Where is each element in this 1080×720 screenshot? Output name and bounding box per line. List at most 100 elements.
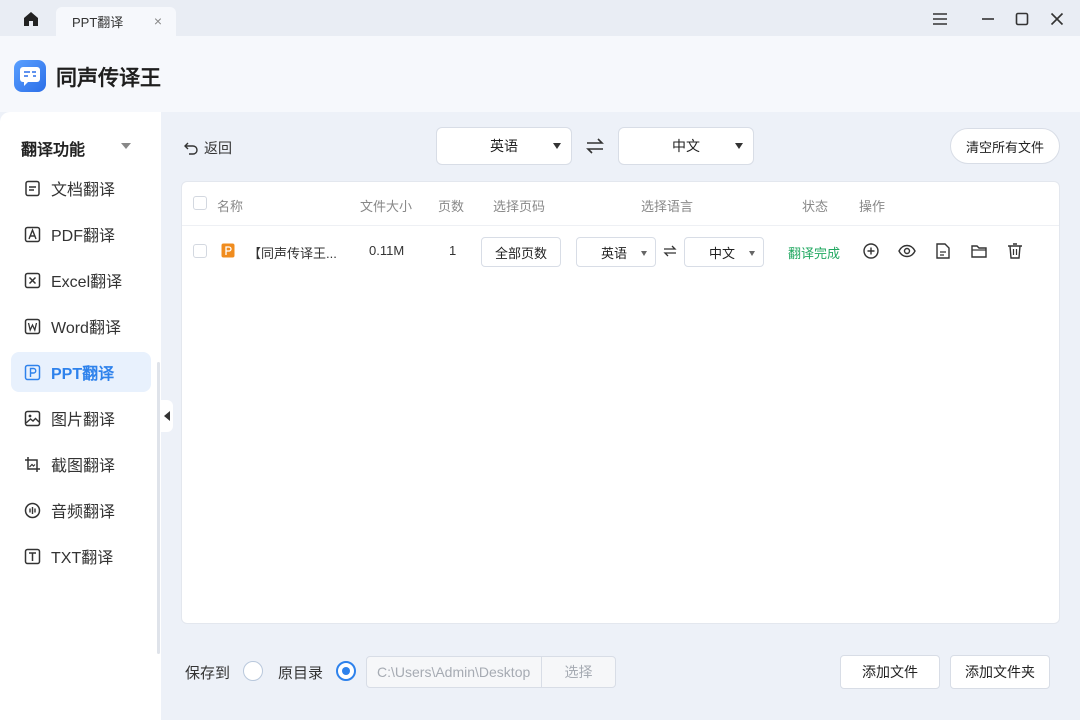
image-icon [24,410,41,427]
sidebar-item-document[interactable]: 文档翻译 [11,168,151,208]
minimize-button[interactable] [976,8,1000,30]
swap-language-button[interactable] [585,136,605,156]
add-circle-icon[interactable] [862,242,880,260]
source-language-value: 英语 [490,138,518,154]
row-swap-icon[interactable] [663,244,677,261]
row-target-language-select[interactable]: 中文 [684,237,764,267]
page-range-button[interactable]: 全部页数 [481,237,561,267]
document-icon [24,180,41,197]
header-status: 状态 [802,199,829,214]
target-language-select[interactable]: 中文 [618,127,754,165]
sidebar-item-screenshot[interactable]: 截图翻译 [11,444,151,484]
document-view-icon[interactable] [934,242,952,260]
app-logo [14,60,46,92]
sidebar-item-ppt[interactable]: PPT翻译 [11,352,151,392]
home-button[interactable] [18,8,44,30]
sidebar-item-txt[interactable]: TXT翻译 [11,536,151,576]
clear-all-files-button[interactable]: 清空所有文件 [950,128,1060,164]
file-size: 0.11M [369,243,405,258]
file-list-panel: 名称 文件大小 页数 选择页码 选择语言 状态 操作 【同声传译王... 0.1… [181,181,1060,624]
trash-icon[interactable] [1006,242,1024,260]
row-checkbox[interactable] [193,244,207,258]
word-icon [24,318,41,335]
chevron-down-icon [553,143,561,149]
close-button[interactable] [1045,8,1069,30]
sidebar-collapse-caret[interactable] [121,143,131,149]
source-language-select[interactable]: 英语 [436,127,572,165]
screenshot-icon [24,456,41,473]
sidebar: 翻译功能 文档翻译 PDF翻译 Excel翻译 Word翻译 PPT翻译 图片翻… [0,112,161,720]
back-button[interactable]: 返回 [183,138,232,158]
row-source-language-value: 英语 [601,245,628,261]
select-all-checkbox[interactable] [193,196,207,210]
row-target-language-value: 中文 [709,245,736,261]
audio-icon [24,502,41,519]
header-actions: 操作 [859,199,886,214]
table-row: 【同声传译王... 0.11M 1 全部页数 英语 中文 翻译完成 [182,226,1059,276]
header-pages: 页数 [438,199,465,214]
chevron-down-icon [735,143,743,149]
close-icon [1050,12,1064,26]
tab-ppt-translate[interactable]: PPT翻译 × [56,7,176,36]
maximize-button[interactable] [1010,8,1034,30]
add-folder-button[interactable]: 添加文件夹 [950,655,1050,689]
choose-path-button[interactable]: 选择 [541,656,616,688]
save-to-radio[interactable] [243,661,263,681]
back-label: 返回 [204,140,232,156]
header-size: 文件大小 [360,199,413,214]
table-header: 名称 文件大小 页数 选择页码 选择语言 状态 操作 [182,182,1059,226]
undo-icon [184,142,198,155]
sidebar-item-label: PDF翻译 [51,228,116,245]
chevron-down-icon [641,251,647,256]
sidebar-item-label: PPT翻译 [51,366,115,383]
sidebar-item-excel[interactable]: Excel翻译 [11,260,151,300]
row-source-language-select[interactable]: 英语 [576,237,656,267]
add-file-button[interactable]: 添加文件 [840,655,940,689]
main-panel: 返回 英语 中文 清空所有文件 名称 文件大小 页数 选择页码 选择语言 状态 … [161,112,1080,720]
pdf-icon [24,226,41,243]
sidebar-item-audio[interactable]: 音频翻译 [11,490,151,530]
sidebar-item-label: Word翻译 [51,320,121,337]
ppt-file-icon [221,243,235,261]
header-language: 选择语言 [641,199,694,214]
header-name: 名称 [217,199,244,214]
home-icon [24,12,38,26]
minimize-icon [982,18,994,20]
original-dir-radio[interactable] [336,661,356,681]
sidebar-header: 翻译功能 [21,142,86,159]
sidebar-item-label: Excel翻译 [51,274,123,291]
tab-close-button[interactable]: × [154,13,162,29]
menu-button[interactable] [928,8,952,30]
excel-icon [24,272,41,289]
sidebar-item-label: 音频翻译 [51,504,116,521]
header-page-range: 选择页码 [493,199,546,214]
output-path-field[interactable]: C:\Users\Admin\Desktop [366,656,542,688]
title-bar: PPT翻译 × [0,0,1080,36]
swap-icon [586,138,604,154]
ppt-icon [24,364,41,381]
app-title: 同声传译王 [56,67,161,90]
menu-icon [933,13,947,25]
sidebar-item-image[interactable]: 图片翻译 [11,398,151,438]
tab-label: PPT翻译 [72,15,124,30]
sidebar-item-pdf[interactable]: PDF翻译 [11,214,151,254]
save-to-label: 保存到 [185,665,231,682]
logo-icon [20,67,40,86]
maximize-icon [1015,12,1029,26]
preview-eye-icon[interactable] [898,242,916,260]
file-name: 【同声传译王... [248,246,337,261]
txt-icon [24,548,41,565]
original-dir-label: 原目录 [278,665,324,682]
chevron-down-icon [749,251,755,256]
sidebar-item-label: TXT翻译 [51,550,114,567]
folder-icon[interactable] [970,242,988,260]
sidebar-scrollbar[interactable] [157,362,160,654]
sidebar-item-label: 图片翻译 [51,412,116,429]
sidebar-item-label: 文档翻译 [51,182,116,199]
sidebar-item-word[interactable]: Word翻译 [11,306,151,346]
target-language-value: 中文 [672,138,700,154]
file-pages: 1 [449,243,457,258]
sidebar-item-label: 截图翻译 [51,458,116,475]
app-header: 同声传译王 [0,36,1080,112]
status-badge: 翻译完成 [788,246,841,261]
